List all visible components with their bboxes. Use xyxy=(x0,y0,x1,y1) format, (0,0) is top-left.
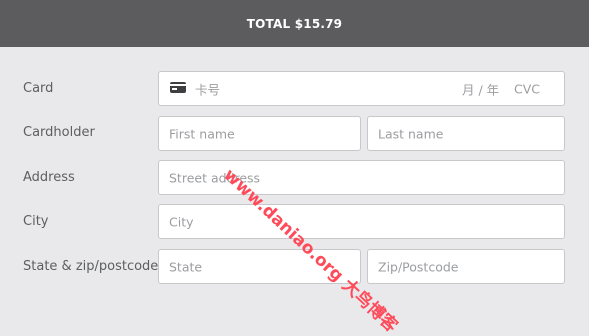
city-placeholder: City xyxy=(169,214,194,229)
credit-card-icon xyxy=(170,82,186,93)
street-address-field[interactable]: Street address xyxy=(158,160,565,195)
zip-placeholder: Zip/Postcode xyxy=(378,259,459,274)
checkout-header: TOTAL $15.79 xyxy=(0,0,589,47)
card-label: Card xyxy=(23,81,54,96)
city-label: City xyxy=(23,214,49,229)
card-expiry-input[interactable]: 月 / 年 xyxy=(462,79,499,98)
card-cvc-input[interactable]: CVC xyxy=(514,81,540,96)
street-address-placeholder: Street address xyxy=(169,170,261,185)
total-amount: TOTAL $15.79 xyxy=(246,16,343,31)
city-field[interactable]: City xyxy=(158,204,565,239)
state-field[interactable]: State xyxy=(158,249,361,284)
card-input-group[interactable]: 卡号 月 / 年 CVC xyxy=(158,71,565,106)
last-name-field[interactable]: Last name xyxy=(367,116,565,151)
first-name-placeholder: First name xyxy=(169,126,235,141)
last-name-placeholder: Last name xyxy=(378,126,444,141)
card-number-input[interactable]: 卡号 xyxy=(195,79,220,98)
zip-field[interactable]: Zip/Postcode xyxy=(367,249,565,284)
first-name-field[interactable]: First name xyxy=(158,116,361,151)
cardholder-label: Cardholder xyxy=(23,125,95,140)
state-placeholder: State xyxy=(169,259,203,274)
address-label: Address xyxy=(23,170,75,185)
state-zip-label: State & zip/postcode xyxy=(23,259,159,274)
